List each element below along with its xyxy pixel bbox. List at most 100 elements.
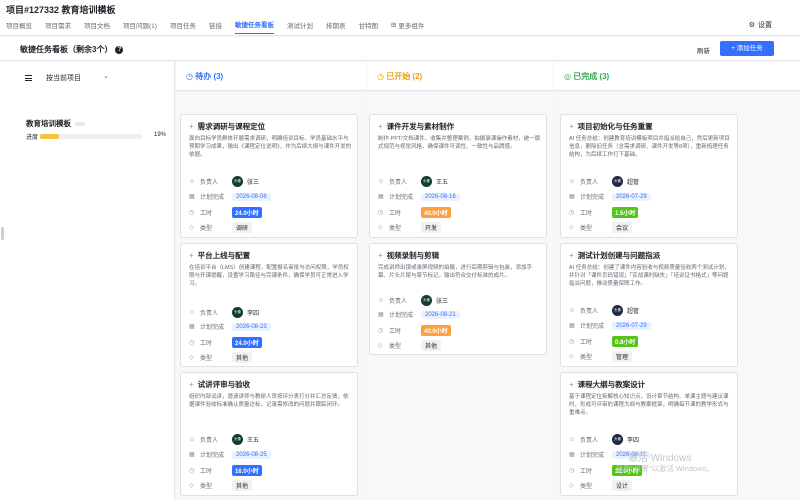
task-card[interactable]: + 平台上线与配置 在培训平台（LMS）创建课程，配置报名审批与访问权限，学员权限… [180, 243, 358, 367]
card-description: 完成讲师出镜或录屏视频的拍摄，进行后期剪辑与包装，添加字幕、片头片尾与章节标记，… [378, 265, 533, 279]
owner-name: 超管 [627, 180, 640, 186]
board-header: 敏捷任务看板（剩余3个） ? 刷新 + 添加任务 [0, 37, 800, 61]
card-description: 面向目标学员群体开展需求调研，明确培训目标、学员基础水平与预期学习成果，输出《课… [189, 136, 352, 158]
hours-badge: 24.0小时 [232, 337, 262, 348]
owner-name: 李四 [247, 311, 260, 317]
clock-icon: ◷ [378, 210, 384, 216]
owner-name: 王五 [436, 180, 449, 186]
owner-row: ☺ 负责人 头像 王五 [378, 176, 448, 187]
type-label: 类型 [580, 355, 593, 361]
task-card[interactable]: + 视频录制与剪辑 完成讲师出镜或录屏视频的拍摄，进行后期剪辑与包装，添加字幕、片… [369, 243, 547, 355]
avatar: 头像 [421, 295, 432, 306]
type-tag: 其他 [232, 352, 253, 363]
owner-row: ☺ 负责人 头像 超管 [569, 305, 639, 316]
calendar-icon: ▦ [569, 452, 575, 458]
drag-plus-icon[interactable]: + [378, 122, 383, 131]
drag-plus-icon[interactable]: + [189, 380, 194, 389]
owner-row: ☺ 负责人 头像 超管 [569, 176, 639, 187]
grouping-label: 按当前项目 [46, 75, 81, 82]
drag-plus-icon[interactable]: + [189, 251, 194, 260]
add-task-button[interactable]: + 添加任务 [720, 41, 774, 56]
menu-icon [25, 75, 32, 81]
drag-plus-icon[interactable]: + [569, 380, 574, 389]
type-row: ◇ 类型 会议 [569, 222, 633, 233]
hours-badge: 16.0小时 [232, 465, 262, 476]
hours-row: ◷ 工时 24.0小时 [189, 207, 262, 218]
card-title: + 需求调研与课程定位 [189, 121, 265, 132]
tab-gantt[interactable]: 甘特图 [358, 19, 378, 34]
gear-icon: ⚙ [748, 22, 755, 29]
help-icon[interactable]: ? [115, 45, 124, 54]
tab-issues[interactable]: 项目问题(1) [123, 19, 157, 34]
hours-row: ◷ 工时 16.0小时 [189, 465, 262, 476]
settings-button[interactable]: ⚙ 设置 [749, 20, 772, 30]
side-collapse-handle[interactable] [1, 227, 4, 240]
column-title-done: 已完成 (3) [573, 72, 610, 81]
tab-links[interactable]: 链接 [209, 19, 222, 34]
hours-label: 工时 [200, 211, 213, 217]
type-tag: 其他 [421, 340, 442, 351]
task-card[interactable]: + 课件开发与素材制作 制作 PPT/文档课件、收集并整理案例，拍摄录课操作素材，… [369, 114, 547, 238]
tab-agile-board[interactable]: 敏捷任务看板 [234, 19, 274, 34]
hours-label: 工时 [580, 469, 593, 475]
type-label: 类型 [200, 356, 213, 362]
owner-name: 张三 [436, 299, 449, 305]
owner-row: ☺ 负责人 头像 张三 [378, 295, 448, 306]
card-title: + 视频录制与剪辑 [378, 250, 439, 261]
tab-schedule[interactable]: 排期表 [326, 19, 346, 34]
grouping-select[interactable]: 按当前项目 ⌄ [25, 73, 109, 83]
type-label: 类型 [389, 226, 402, 232]
type-tag: 其他 [232, 480, 253, 491]
hours-row: ◷ 工时 0.8小时 [569, 336, 639, 347]
task-card[interactable]: + 测试计划创建与问题指派 AI 任务总结：创建了课件内容验收与视频质量验收两个测… [560, 243, 738, 367]
tab-requirements[interactable]: 项目需求 [45, 19, 71, 34]
tab-overview[interactable]: 项目概览 [6, 19, 32, 34]
card-description: 基于课程定位拆解核心知识点，设计章节结构、单课主题与建议课时，形成可评审的课程大… [569, 394, 729, 416]
task-card[interactable]: + 项目初始化与任务重置 AI 任务总结：创建教育培训模板项目并指派给自己，然后更… [560, 114, 738, 238]
column-title-todo: 待办 (3) [195, 72, 224, 81]
planned-label: 计划完成 [200, 325, 225, 331]
drag-plus-icon[interactable]: + [569, 251, 574, 260]
task-card[interactable]: + 课程大纲与教案设计 基于课程定位拆解核心知识点，设计章节结构、单课主题与建议课… [560, 372, 738, 496]
tab-tasks[interactable]: 项目任务 [170, 19, 196, 34]
avatar: 头像 [232, 434, 243, 445]
refresh-button[interactable]: 刷新 [697, 45, 710, 55]
calendar-icon: ▦ [189, 452, 195, 458]
card-title: + 平台上线与配置 [189, 250, 250, 261]
avatar: 头像 [612, 434, 623, 445]
type-row: ◇ 类型 其他 [189, 480, 253, 491]
hours-label: 工时 [389, 211, 402, 217]
card-title-text: 项目初始化与任务重置 [577, 122, 653, 131]
progress-label: 进度 [26, 135, 39, 141]
planned-date: 2026-07-29 [612, 321, 651, 330]
tag-icon: ◇ [569, 483, 574, 489]
card-description: AI 任务总结：创建教育培训模板项目并指派给自己，然后更新项目信息，删除旧任务（… [569, 136, 730, 158]
type-row: ◇ 类型 其他 [189, 352, 253, 363]
planned-label: 计划完成 [389, 195, 414, 201]
project-group-row[interactable]: 教育培训模板 [26, 118, 85, 129]
tab-test-plan[interactable]: 测试计划 [287, 19, 313, 34]
type-label: 类型 [580, 226, 593, 232]
planned-label: 计划完成 [200, 453, 225, 459]
planned-label: 计划完成 [580, 195, 605, 201]
drag-plus-icon[interactable]: + [569, 122, 574, 131]
drag-plus-icon[interactable]: + [189, 122, 194, 131]
planned-label: 计划完成 [200, 195, 225, 201]
planned-date: 2026-08-21 [421, 310, 460, 319]
tab-more-components[interactable]: ⊞ 更多组件 [391, 19, 424, 34]
owner-name: 李四 [627, 438, 640, 444]
column-header-done: ◎ 已完成 (3) [554, 62, 800, 91]
drag-plus-icon[interactable]: + [378, 251, 383, 260]
hours-badge: 40.0小时 [421, 325, 451, 336]
task-card[interactable]: + 试讲评审与验收 组织内部试讲，邀请讲师与教研人员按评分表打分并汇总反馈，依据课… [180, 372, 358, 496]
grid-icon: ⊞ [390, 21, 397, 29]
planned-date: 2026-07-29 [612, 192, 651, 201]
tab-documents[interactable]: 项目文档 [84, 19, 110, 34]
avatar: 头像 [232, 307, 243, 318]
column-header-todo: ◷ 待办 (3) [176, 62, 366, 91]
planned-row: ▦ 计划完成 2026-07-29 [569, 192, 651, 201]
calendar-icon: ▦ [189, 324, 195, 330]
hours-badge: 0.8小时 [612, 336, 639, 347]
task-card[interactable]: + 需求调研与课程定位 面向目标学员群体开展需求调研，明确培训目标、学员基础水平与… [180, 114, 358, 238]
hours-label: 工时 [200, 469, 213, 475]
